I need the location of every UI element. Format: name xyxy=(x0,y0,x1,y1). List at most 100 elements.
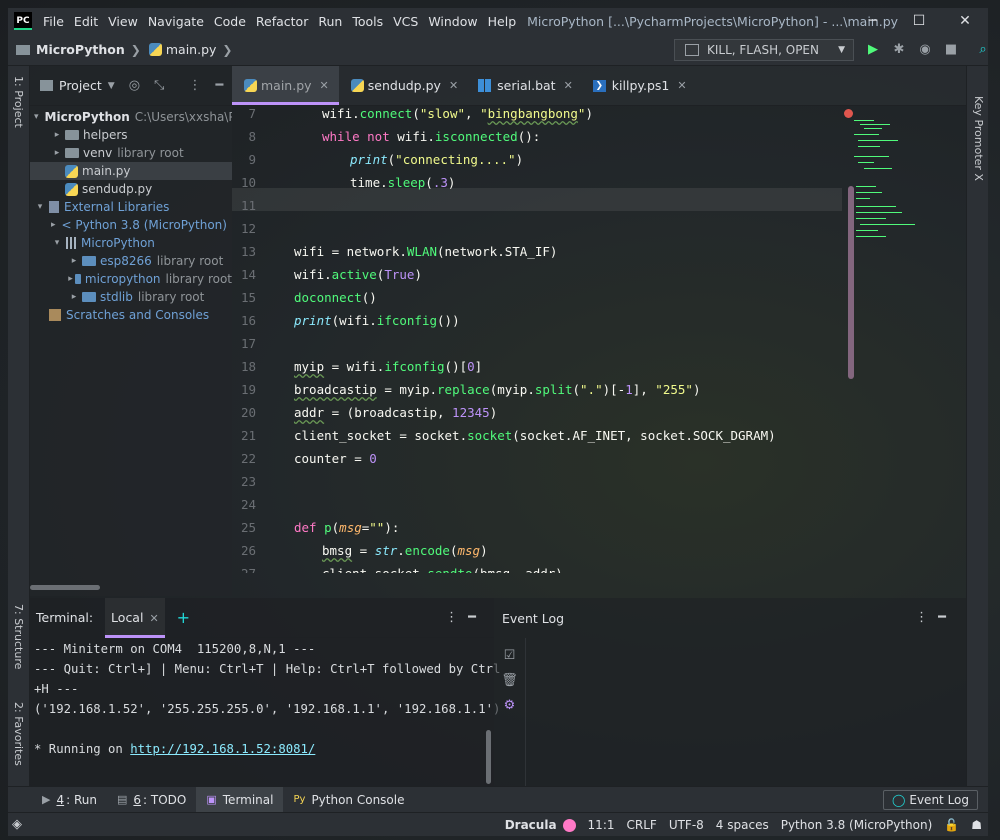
right-tool-strip: Key Promoter X xyxy=(966,66,988,806)
minimap-line xyxy=(856,218,886,219)
key-promoter-tab[interactable]: Key Promoter X xyxy=(972,96,985,181)
toolbar-actions: ▶ ✱ ◉ ■ ⌕ xyxy=(860,39,996,61)
menu-item-edit[interactable]: Edit xyxy=(69,14,103,29)
tree-expand-icon[interactable]: ▸ xyxy=(51,130,63,140)
tree-item[interactable]: ▸ venv library root xyxy=(30,144,232,162)
breadcrumb-project[interactable]: MicroPython xyxy=(36,42,125,57)
caret-position[interactable]: 11:1 xyxy=(588,818,615,832)
tree-expand-icon[interactable]: ▾ xyxy=(34,202,46,212)
menu-item-code[interactable]: Code xyxy=(209,14,251,29)
terminal-line-text: ('192.168.1.52', '255.255.255.0', '192.1… xyxy=(34,702,501,716)
menu-item-refactor[interactable]: Refactor xyxy=(251,14,313,29)
debug-icon[interactable]: ✱ xyxy=(886,39,912,61)
menu-item-view[interactable]: View xyxy=(103,14,143,29)
trash-icon[interactable]: 🗑 xyxy=(494,673,525,688)
tree-item-label: stdlib xyxy=(100,290,133,304)
close-icon[interactable]: ✕ xyxy=(449,79,458,92)
code-minimap[interactable] xyxy=(844,106,966,286)
run-configuration-select[interactable]: KILL, FLASH, OPEN ▼ xyxy=(674,39,854,61)
search-icon[interactable]: ⌕ xyxy=(970,39,996,61)
tree-expand-icon[interactable]: ▸ xyxy=(68,274,73,284)
project-horizontal-scrollbar[interactable] xyxy=(30,585,100,590)
event-log-button[interactable]: ◯ Event Log xyxy=(882,790,978,810)
close-icon[interactable]: ✕ xyxy=(149,612,158,625)
new-terminal-icon[interactable]: + xyxy=(177,608,190,627)
tool-window-terminal[interactable]: ▣ Terminal xyxy=(196,786,284,813)
hide-panel-icon[interactable]: ━ xyxy=(215,78,223,93)
editor-tab-killpy-ps1[interactable]: ❯ killpy.ps1 ✕ xyxy=(583,66,697,105)
tree-item[interactable]: ▾ External Libraries xyxy=(30,198,232,216)
more-options-icon[interactable]: ⋮ xyxy=(188,78,201,93)
hide-panel-icon[interactable]: ━ xyxy=(938,610,956,625)
code-area[interactable]: 789101112131415161718192021222324252627 … xyxy=(232,106,966,573)
coverage-icon[interactable]: ◉ xyxy=(912,39,938,61)
menu-item-file[interactable]: File xyxy=(38,14,69,29)
editor-vertical-scrollbar[interactable] xyxy=(848,186,854,379)
chevron-down-icon[interactable]: ▼ xyxy=(108,81,115,91)
server-url-link[interactable]: http://192.168.1.52:8081/ xyxy=(130,742,315,756)
stop-icon[interactable]: ■ xyxy=(938,39,964,61)
project-tool-window-tab[interactable]: 1: Project xyxy=(12,76,25,128)
tree-item[interactable]: ▸ stdlib library root xyxy=(30,288,232,306)
tree-expand-icon[interactable]: ▾ xyxy=(51,238,63,248)
editor-tab-main-py[interactable]: main.py ✕ xyxy=(232,66,339,105)
line-separator[interactable]: CRLF xyxy=(627,818,657,832)
menu-item-vcs[interactable]: VCS xyxy=(388,14,423,29)
favorites-tool-window-tab[interactable]: 2: Favorites xyxy=(12,702,25,766)
tree-expand-icon[interactable]: ▸ xyxy=(51,220,56,230)
indent-setting[interactable]: 4 spaces xyxy=(716,818,769,832)
layers-icon[interactable]: ◈ xyxy=(12,817,22,832)
hide-panel-icon[interactable]: ━ xyxy=(468,610,486,625)
tree-item[interactable]: ▸ esp8266 library root xyxy=(30,252,232,270)
tree-item[interactable]: main.py xyxy=(30,162,232,180)
tree-expand-icon[interactable]: ▾ xyxy=(34,112,39,122)
tree-item[interactable]: Scratches and Consoles xyxy=(30,306,232,324)
close-icon[interactable]: ✕ xyxy=(942,8,988,34)
tool-window-python-console[interactable]: Py Python Console xyxy=(283,787,414,813)
tree-item[interactable]: ▾ MicroPython C:\Users\xxsha\P xyxy=(30,108,232,126)
structure-tool-window-tab[interactable]: 7: Structure xyxy=(12,604,25,669)
menu-item-window[interactable]: Window xyxy=(423,14,482,29)
tool-window-todo[interactable]: ▤ 6: TODO xyxy=(107,787,196,813)
maximize-icon[interactable]: ☐ xyxy=(896,8,942,34)
menu-item-help[interactable]: Help xyxy=(483,14,522,29)
tree-item[interactable]: sendudp.py xyxy=(30,180,232,198)
breadcrumb-file[interactable]: main.py xyxy=(166,42,217,57)
inspection-icon[interactable]: ☗ xyxy=(971,818,982,832)
code-line: myip = wifi.ifconfig()[0] xyxy=(294,359,483,374)
file-encoding[interactable]: UTF-8 xyxy=(669,818,704,832)
tree-expand-icon[interactable]: ▸ xyxy=(68,256,80,266)
editor-tab-sendudp-py[interactable]: sendudp.py ✕ xyxy=(339,66,468,105)
menu-item-navigate[interactable]: Navigate xyxy=(143,14,209,29)
editor-tab-serial-bat[interactable]: serial.bat ✕ xyxy=(468,66,583,105)
run-icon[interactable]: ▶ xyxy=(860,39,886,61)
library-icon xyxy=(66,237,76,249)
current-line-highlight xyxy=(232,188,842,211)
lock-icon[interactable]: 🔓 xyxy=(944,818,959,832)
menu-item-tools[interactable]: Tools xyxy=(347,14,388,29)
tree-item[interactable]: ▸ helpers xyxy=(30,126,232,144)
tree-item[interactable]: ▾ MicroPython xyxy=(30,234,232,252)
minimize-icon[interactable]: ─ xyxy=(850,8,896,34)
gear-icon[interactable]: ⚙ xyxy=(494,698,525,713)
tree-item[interactable]: ▸ micropython library root xyxy=(30,270,232,288)
project-panel-title[interactable]: Project xyxy=(59,78,102,93)
terminal-scrollbar[interactable] xyxy=(486,730,491,784)
collapse-all-icon[interactable]: ⤡ xyxy=(154,78,164,93)
tree-item-suffix: library root xyxy=(137,290,205,304)
mark-all-read-icon[interactable]: ☑ xyxy=(494,648,525,663)
tree-expand-icon[interactable]: ▸ xyxy=(68,292,80,302)
tree-expand-icon[interactable]: ▸ xyxy=(51,148,63,158)
close-icon[interactable]: ✕ xyxy=(320,79,329,92)
pycharm-logo-icon[interactable]: PC xyxy=(14,12,32,30)
locate-file-icon[interactable]: ◎ xyxy=(129,78,140,93)
more-options-icon[interactable]: ⋮ xyxy=(915,610,938,625)
terminal-tab-local[interactable]: Local ✕ xyxy=(105,597,165,638)
close-icon[interactable]: ✕ xyxy=(564,79,573,92)
tool-window-run[interactable]: ▶ 4: Run xyxy=(32,787,107,813)
python-interpreter[interactable]: Python 3.8 (MicroPython) xyxy=(781,818,933,832)
menu-item-run[interactable]: Run xyxy=(313,14,347,29)
more-options-icon[interactable]: ⋮ xyxy=(445,610,468,625)
tree-item[interactable]: ▸ < Python 3.8 (MicroPython) > xyxy=(30,216,232,234)
close-icon[interactable]: ✕ xyxy=(677,79,686,92)
